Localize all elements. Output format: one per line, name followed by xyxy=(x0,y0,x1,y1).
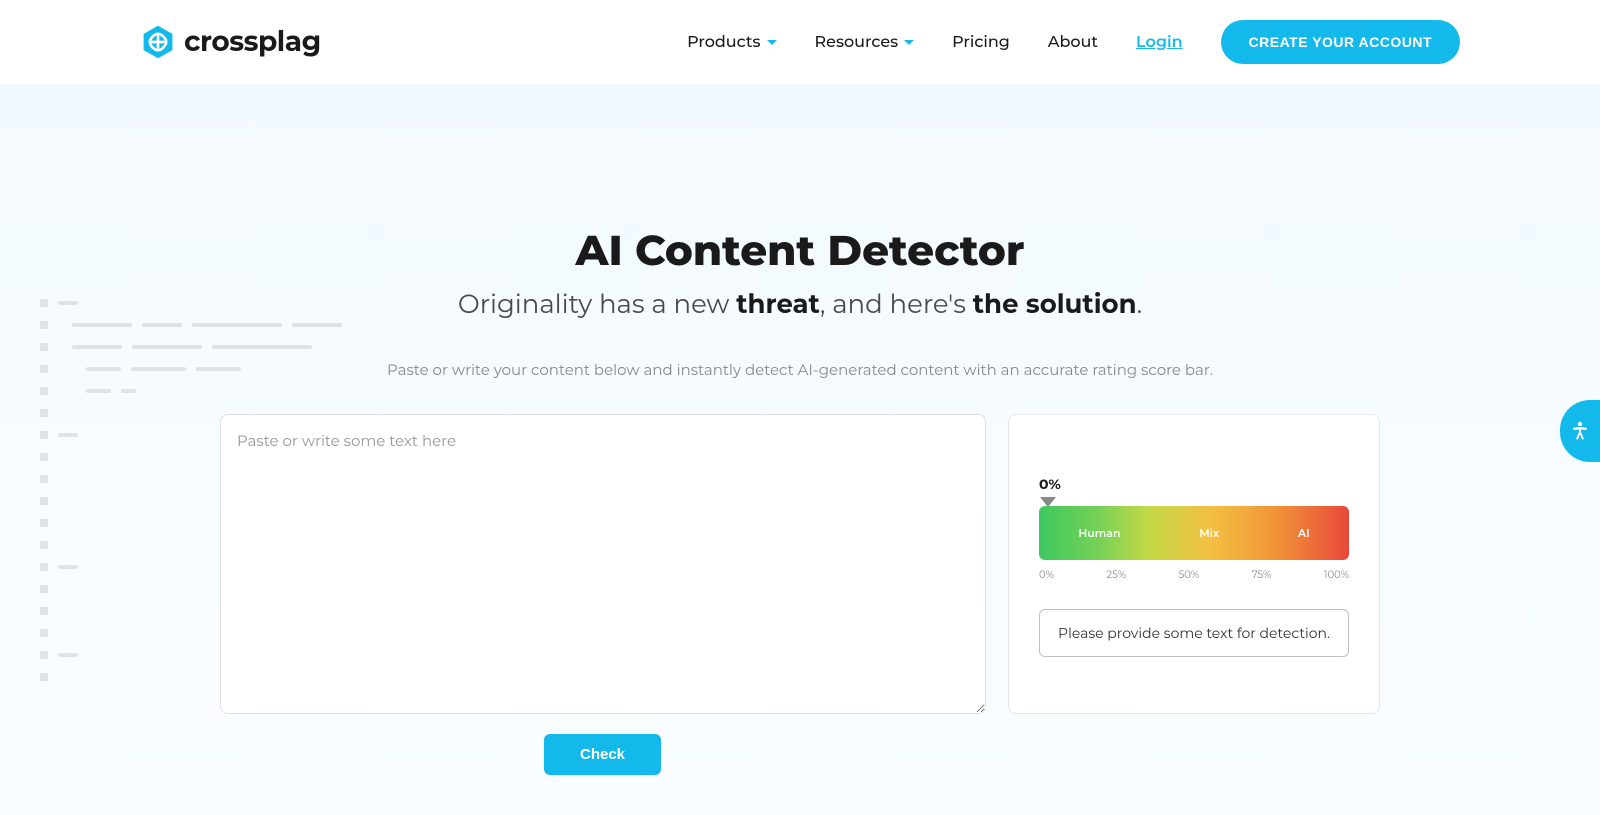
content-textarea[interactable] xyxy=(220,414,986,714)
hero-subtitle: Originality has a new threat, and here's… xyxy=(350,288,1250,320)
hero-description: Paste or write your content below and in… xyxy=(350,360,1250,379)
result-message: Please provide some text for detection. xyxy=(1039,609,1349,657)
sub-mid: , and here's xyxy=(820,288,973,320)
nav-resources-label: Resources xyxy=(815,33,899,52)
sub-bold2: the solution xyxy=(973,288,1137,320)
gauge-label-ai: AI xyxy=(1298,526,1310,540)
logo-text: crossplag xyxy=(184,25,321,59)
nav-pricing[interactable]: Pricing xyxy=(952,33,1010,52)
tick-50: 50% xyxy=(1179,568,1200,581)
accessibility-icon xyxy=(1568,419,1592,443)
gauge-bar: Human Mix AI xyxy=(1039,506,1349,560)
tick-25: 25% xyxy=(1106,568,1126,581)
page-title: AI Content Detector xyxy=(350,224,1250,276)
login-link[interactable]: Login xyxy=(1136,33,1183,52)
check-button[interactable]: Check xyxy=(544,734,661,775)
create-account-button[interactable]: CREATE YOUR ACCOUNT xyxy=(1221,20,1460,64)
nav-pricing-label: Pricing xyxy=(952,33,1010,52)
header: crossplag Products Resources Pricing Abo… xyxy=(0,0,1600,84)
gauge-label-mix: Mix xyxy=(1199,526,1219,540)
gauge-ticks: 0% 25% 50% 75% 100% xyxy=(1039,568,1349,581)
sub-suffix: . xyxy=(1137,288,1143,320)
caret-down-icon xyxy=(904,40,914,45)
nav-products[interactable]: Products xyxy=(687,33,776,52)
nav-about[interactable]: About xyxy=(1048,33,1098,52)
check-button-wrap: Check xyxy=(120,734,1480,775)
logo-icon xyxy=(140,24,176,60)
tick-100: 100% xyxy=(1324,568,1349,581)
main-nav: Products Resources Pricing About Login C… xyxy=(687,20,1460,64)
caret-down-icon xyxy=(767,40,777,45)
result-panel: 0% Human Mix AI 0% 25% 50% 75% 100% Plea… xyxy=(1008,414,1380,714)
sub-prefix: Originality has a new xyxy=(458,288,736,320)
gauge-label-human: Human xyxy=(1078,526,1120,540)
tick-75: 75% xyxy=(1252,568,1272,581)
nav-resources[interactable]: Resources xyxy=(815,33,915,52)
tick-0: 0% xyxy=(1039,568,1054,581)
nav-about-label: About xyxy=(1048,33,1098,52)
main-panel: 0% Human Mix AI 0% 25% 50% 75% 100% Plea… xyxy=(120,414,1480,714)
hero-content: AI Content Detector Originality has a ne… xyxy=(350,224,1250,379)
hero-section: AI Content Detector Originality has a ne… xyxy=(0,84,1600,815)
gauge-percent: 0% xyxy=(1039,475,1349,493)
logo[interactable]: crossplag xyxy=(140,24,321,60)
sub-bold1: threat xyxy=(736,288,820,320)
nav-products-label: Products xyxy=(687,33,760,52)
